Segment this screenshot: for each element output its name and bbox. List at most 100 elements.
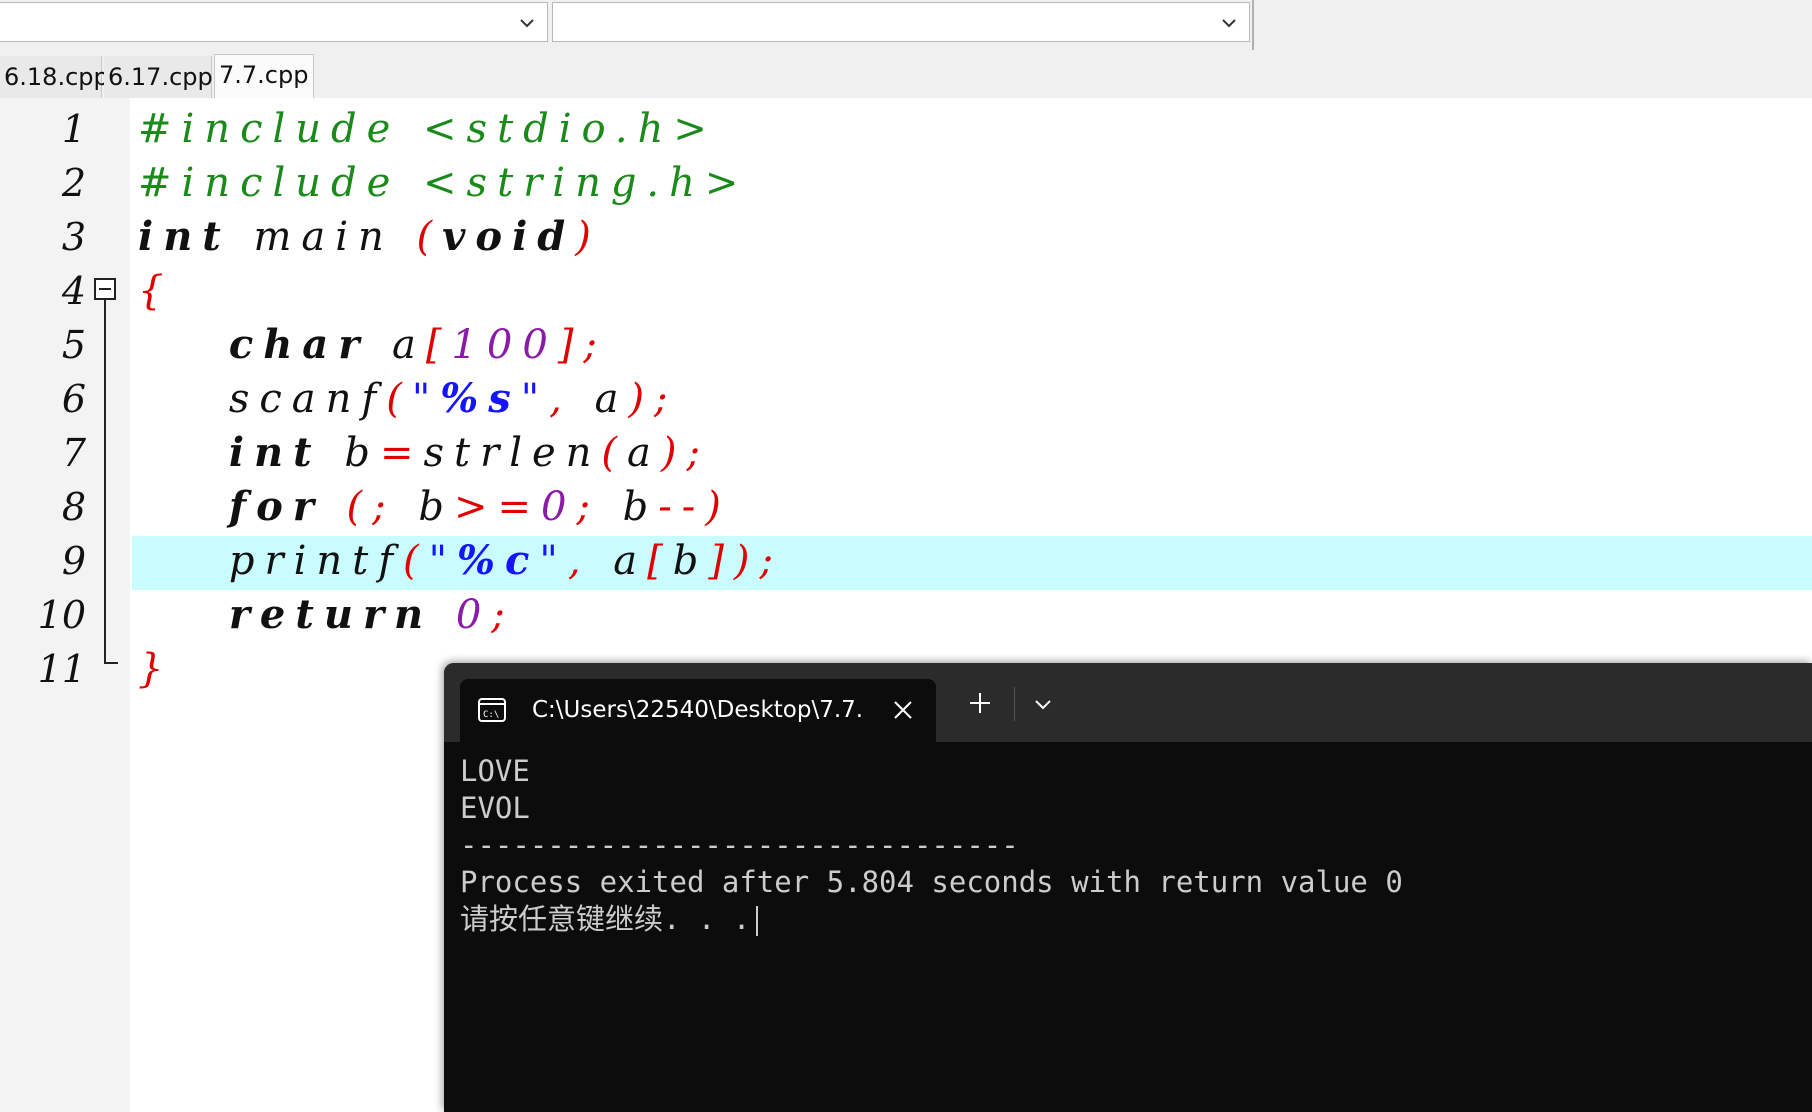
close-icon[interactable]	[890, 697, 916, 723]
code-line-11[interactable]: }	[138, 642, 173, 696]
console-tab[interactable]: C:\ C:\Users\22540\Desktop\7.7.exe	[460, 679, 936, 742]
include-header: <string.h>	[423, 160, 749, 206]
line-number: 4	[61, 269, 86, 313]
operator: ];	[557, 322, 607, 368]
console-line: LOVE	[460, 754, 530, 788]
identifier: b	[599, 484, 659, 530]
code-line-10[interactable]: return 0;	[138, 588, 515, 642]
format-specifier: %s	[440, 375, 521, 422]
preprocessor: #include	[138, 160, 424, 206]
console-line: --------------------------------	[460, 828, 1019, 862]
function-name: printf	[228, 538, 404, 584]
line-number: 10	[37, 593, 86, 637]
function-combo[interactable]	[552, 2, 1250, 42]
operator: ]);	[708, 538, 784, 584]
code-line-3[interactable]: int main (void)	[138, 210, 601, 264]
line-number: 8	[61, 485, 86, 529]
preprocessor: #include	[138, 106, 424, 152]
keyword: int	[228, 429, 322, 476]
line-number: 5	[61, 323, 86, 367]
code-line-1[interactable]: #include <stdio.h>	[138, 102, 717, 156]
string-quote: "	[428, 538, 458, 584]
operator: ,	[549, 376, 572, 422]
tab-6-17-cpp[interactable]: 6.17.cpp	[104, 56, 213, 98]
string-quote: "	[520, 376, 550, 422]
keyword: for	[228, 483, 324, 530]
identifier: b	[321, 430, 380, 476]
chevron-down-icon[interactable]	[1032, 693, 1054, 715]
titlebar-divider	[1014, 687, 1015, 721]
keyword: void	[442, 213, 576, 260]
fold-guide	[104, 294, 106, 664]
console-prompt-line: 请按任意键继续. . .	[460, 901, 1800, 938]
identifier: a	[590, 538, 648, 584]
keyword: char	[228, 321, 370, 368]
operator: ,	[567, 538, 591, 584]
operator: --	[658, 484, 706, 530]
tab-7-7-cpp[interactable]: 7.7.cpp	[214, 54, 314, 98]
keyword: int	[138, 213, 231, 260]
console-icon: C:\	[478, 698, 506, 722]
console-output: LOVE EVOL ------------------------------…	[460, 753, 1800, 938]
console-prompt-text: 请按任意键继续. . .	[460, 902, 751, 936]
text-cursor	[756, 906, 759, 936]
console-titlebar[interactable]: C:\ C:\Users\22540\Desktop\7.7.exe	[444, 663, 1812, 742]
operator: [	[647, 538, 673, 584]
line-number: 3	[61, 215, 86, 259]
string-quote: "	[411, 376, 441, 422]
operator: ;	[576, 484, 600, 530]
operator: (	[403, 538, 429, 584]
include-header: <stdio.h>	[423, 106, 717, 152]
keyword: return	[228, 591, 434, 638]
code-line-7[interactable]: int b=strlen(a);	[138, 426, 710, 480]
console-line: EVOL	[460, 791, 530, 825]
operator: >=	[453, 484, 541, 530]
line-number: 6	[61, 377, 86, 421]
code-line-6[interactable]: scanf("%s", a);	[138, 372, 678, 426]
operator: (	[386, 376, 412, 422]
code-line-5[interactable]: char a[100];	[138, 318, 607, 372]
code-line-4[interactable]: {	[138, 264, 173, 318]
brace: }	[138, 646, 174, 692]
file-tabs: 6.18.cpp 6.17.cpp 7.7.cpp	[0, 54, 1812, 98]
function-name: scanf	[228, 376, 387, 422]
chevron-down-icon[interactable]	[517, 13, 537, 33]
operator: (;	[323, 484, 396, 530]
line-number: 7	[61, 431, 86, 475]
number-literal: 0	[433, 592, 492, 638]
toolbar	[0, 0, 1254, 50]
operator: =	[379, 430, 424, 476]
tab-6-18-cpp[interactable]: 6.18.cpp	[0, 56, 109, 98]
console-tab-title: C:\Users\22540\Desktop\7.7.exe	[532, 697, 862, 723]
code-line-8[interactable]: for (; b>=0; b--)	[138, 480, 731, 534]
operator: ;	[491, 592, 515, 638]
number-literal: 0	[540, 484, 577, 530]
identifier: main	[230, 214, 417, 260]
operator: (	[416, 214, 443, 260]
identifier: a	[369, 322, 426, 368]
svg-text:C:\: C:\	[483, 710, 499, 720]
console-line: Process exited after 5.804 seconds with …	[460, 865, 1403, 899]
operator: );	[628, 376, 678, 422]
format-specifier: %c	[457, 537, 540, 584]
chevron-down-icon[interactable]	[1219, 13, 1239, 33]
number-literal: 100	[451, 322, 558, 368]
fold-guide-end	[104, 662, 118, 664]
fold-collapse-icon[interactable]	[94, 278, 116, 300]
operator: )	[575, 214, 601, 260]
operator: (	[601, 430, 628, 476]
string-quote: "	[539, 538, 568, 584]
operator: [	[425, 322, 452, 368]
code-line-2[interactable]: #include <string.h>	[138, 156, 748, 210]
scope-combo[interactable]	[0, 2, 548, 42]
console-window[interactable]: C:\ C:\Users\22540\Desktop\7.7.exe LOVE …	[444, 663, 1812, 1112]
operator: )	[705, 484, 731, 530]
new-tab-plus-icon[interactable]	[968, 691, 992, 715]
code-line-9[interactable]: printf("%c", a[b]);	[138, 534, 783, 588]
